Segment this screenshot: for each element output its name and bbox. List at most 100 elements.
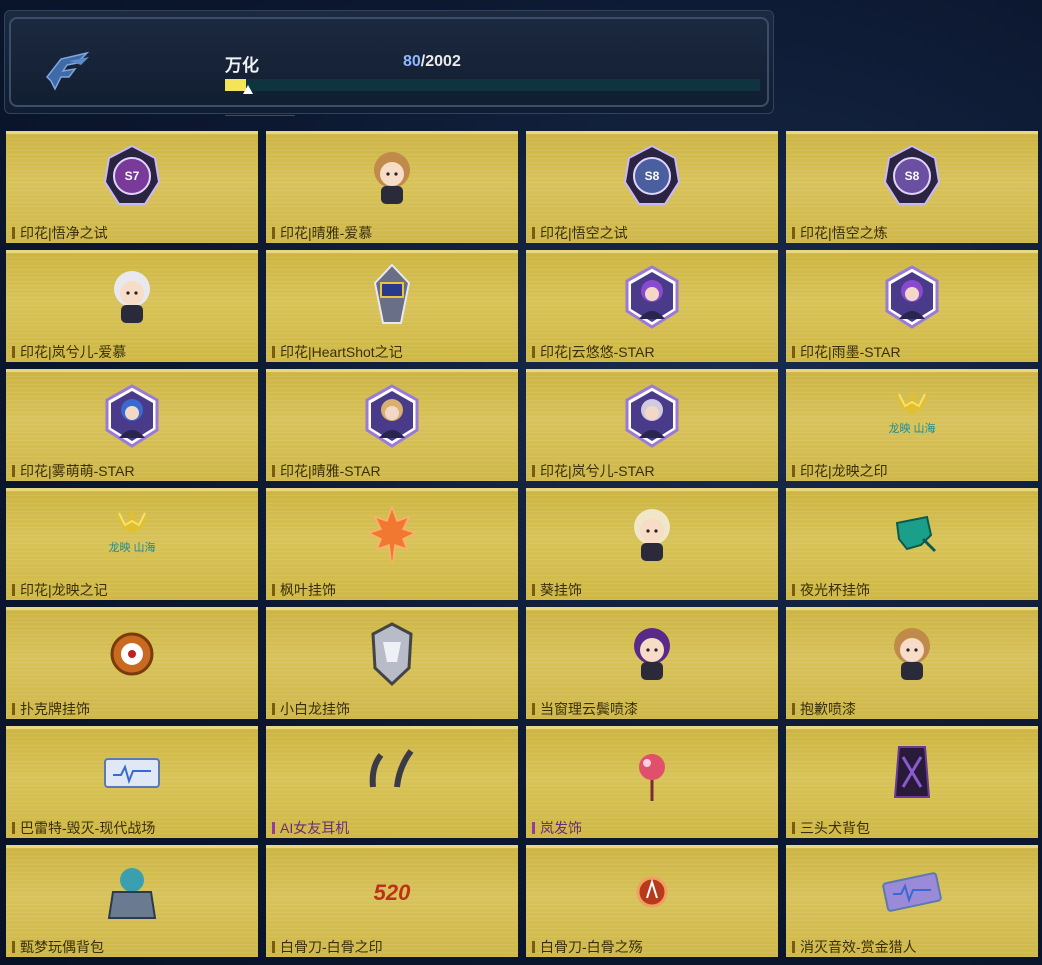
hexagon-portrait-blue-icon xyxy=(97,380,167,452)
svg-text:S7: S7 xyxy=(125,169,140,183)
item-label: 巴雷特-毁灭-现代战场 xyxy=(12,820,155,836)
spray-girl-icon xyxy=(617,618,687,690)
item-card[interactable]: 印花|HeartShot之记 xyxy=(266,250,518,362)
item-label: 印花|晴雅-STAR xyxy=(272,463,381,479)
item-label: 印花|悟空之炼 xyxy=(792,225,888,241)
item-label: 扑克牌挂饰 xyxy=(12,701,90,717)
header-frame xyxy=(9,17,769,107)
green-cup-icon xyxy=(877,499,947,571)
item-label: 抱歉喷漆 xyxy=(792,701,856,717)
item-card[interactable]: S8 印花|悟空之试 xyxy=(526,131,778,243)
svg-text:520: 520 xyxy=(374,880,411,905)
item-label: 当窗理云鬓喷漆 xyxy=(532,701,638,717)
chibi-white-hair-sticker-icon xyxy=(97,261,167,333)
badge-s7-icon: S7 xyxy=(97,142,167,214)
hexagon-portrait-blonde-icon xyxy=(357,380,427,452)
item-label: 枫叶挂饰 xyxy=(272,582,336,598)
item-card[interactable]: 当窗理云鬓喷漆 xyxy=(526,607,778,719)
item-card[interactable]: AI女友耳机 xyxy=(266,726,518,838)
item-card[interactable]: S7 印花|悟净之试 xyxy=(6,131,258,243)
progress-total: /2002 xyxy=(420,53,461,70)
item-card[interactable]: 印花|雨墨-STAR xyxy=(786,250,1038,362)
item-label: 甄梦玩偶背包 xyxy=(12,939,104,955)
item-card[interactable]: 龙映 山海印花|龙映之印 xyxy=(786,369,1038,481)
heartshot-badge-icon xyxy=(357,261,427,333)
item-label: 消灭音效-赏金猎人 xyxy=(792,939,917,955)
item-card[interactable]: 夜光杯挂饰 xyxy=(786,488,1038,600)
collection-progress-bar xyxy=(225,79,760,94)
item-label: 岚发饰 xyxy=(532,820,582,836)
svg-text:龙映 山海: 龙映 山海 xyxy=(108,540,155,554)
item-label: 印花|HeartShot之记 xyxy=(272,344,403,360)
item-card[interactable]: 小白龙挂饰 xyxy=(266,607,518,719)
item-card[interactable]: 甄梦玩偶背包 xyxy=(6,845,258,957)
hexagon-portrait-silver-icon xyxy=(617,380,687,452)
item-label: 印花|雾萌萌-STAR xyxy=(12,463,135,479)
item-label: 印花|云悠悠-STAR xyxy=(532,344,655,360)
item-card[interactable]: 印花|晴雅-爱慕 xyxy=(266,131,518,243)
svg-text:龙映 山海: 龙映 山海 xyxy=(888,421,935,435)
item-label: 白骨刀-白骨之殇 xyxy=(532,939,643,955)
heart-portrait-icon xyxy=(877,261,947,333)
item-card[interactable]: 印花|云悠悠-STAR xyxy=(526,250,778,362)
badge-s8-icon: S8 xyxy=(617,142,687,214)
item-label: 印花|龙映之记 xyxy=(12,582,108,598)
item-label: 白骨刀-白骨之印 xyxy=(272,939,383,955)
item-label: 葵挂饰 xyxy=(532,582,582,598)
progress-current: 80 xyxy=(403,53,421,70)
svg-text:S8: S8 xyxy=(905,169,920,183)
svg-text:S8: S8 xyxy=(645,169,660,183)
dragon-emblem-icon: 龙映 山海 xyxy=(877,380,947,452)
item-card[interactable]: 消灭音效-赏金猎人 xyxy=(786,845,1038,957)
item-label: 三头犬背包 xyxy=(792,820,870,836)
item-label: 印花|岚兮儿-STAR xyxy=(532,463,655,479)
item-card[interactable]: 印花|晴雅-STAR xyxy=(266,369,518,481)
item-label: 印花|龙映之印 xyxy=(792,463,888,479)
white-dragon-mask-icon xyxy=(357,618,427,690)
badge-s8-purple-icon: S8 xyxy=(877,142,947,214)
item-label: 印花|悟净之试 xyxy=(12,225,108,241)
item-card[interactable]: 岚发饰 xyxy=(526,726,778,838)
poker-chip-icon xyxy=(97,618,167,690)
bone-blade-badge-icon xyxy=(617,856,687,928)
item-label: AI女友耳机 xyxy=(272,820,349,836)
weapon-card-icon xyxy=(97,737,167,809)
item-card[interactable]: 葵挂饰 xyxy=(526,488,778,600)
item-card[interactable]: 三头犬背包 xyxy=(786,726,1038,838)
item-label: 印花|晴雅-爱慕 xyxy=(272,225,372,241)
spray-boy-icon xyxy=(877,618,947,690)
collection-progress-text: 80/2002 xyxy=(403,53,461,71)
item-card[interactable]: 抱歉喷漆 xyxy=(786,607,1038,719)
player-name: 万化 xyxy=(225,56,259,75)
bone-blade-emblem-icon: 520 xyxy=(357,856,427,928)
profile-header: 万化 80/2002 xyxy=(4,10,774,116)
item-card[interactable]: 印花|岚兮儿-爱慕 xyxy=(6,250,258,362)
item-label: 夜光杯挂饰 xyxy=(792,582,870,598)
item-card[interactable]: 龙映 山海印花|龙映之记 xyxy=(6,488,258,600)
chibi-eyepatch-icon xyxy=(617,499,687,571)
chibi-girl-sticker-icon xyxy=(357,142,427,214)
sound-card-icon xyxy=(877,856,947,928)
item-card[interactable]: 扑克牌挂饰 xyxy=(6,607,258,719)
cf-logo-icon xyxy=(41,47,97,95)
item-card[interactable]: 520 白骨刀-白骨之印 xyxy=(266,845,518,957)
item-card[interactable]: 巴雷特-毁灭-现代战场 xyxy=(6,726,258,838)
item-label: 印花|悟空之试 xyxy=(532,225,628,241)
headphones-icon xyxy=(357,737,427,809)
item-card[interactable]: 枫叶挂饰 xyxy=(266,488,518,600)
dragon-emblem-gold-icon: 龙映 山海 xyxy=(97,499,167,571)
item-label: 印花|雨墨-STAR xyxy=(792,344,901,360)
item-label: 印花|岚兮儿-爱慕 xyxy=(12,344,126,360)
hexagon-portrait-icon xyxy=(617,261,687,333)
progress-marker-icon xyxy=(243,85,253,94)
item-card[interactable]: 印花|岚兮儿-STAR xyxy=(526,369,778,481)
item-label: 小白龙挂饰 xyxy=(272,701,350,717)
item-card[interactable]: S8 印花|悟空之炼 xyxy=(786,131,1038,243)
maple-leaf-icon xyxy=(357,499,427,571)
doll-backpack-icon xyxy=(97,856,167,928)
item-card[interactable]: 白骨刀-白骨之殇 xyxy=(526,845,778,957)
item-card[interactable]: 印花|雾萌萌-STAR xyxy=(6,369,258,481)
header-divider xyxy=(225,115,295,116)
cerberus-backpack-icon xyxy=(877,737,947,809)
hair-ornament-icon xyxy=(617,737,687,809)
